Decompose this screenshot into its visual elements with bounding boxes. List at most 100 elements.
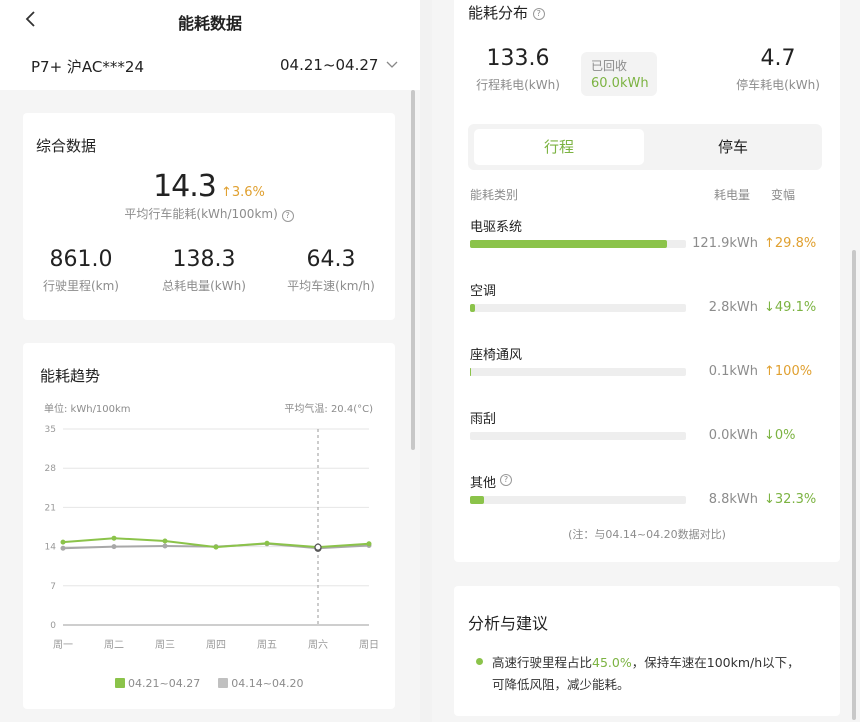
help-icon[interactable]: ? [281,210,294,222]
date-range-text: 04.21~04.27 [280,56,379,74]
energy-bar-track [470,496,686,504]
advice-prefix: 高速行驶里程占比 [492,655,593,670]
up-arrow-icon: ↑ [764,364,775,379]
change-value: ↓32.3% [764,492,816,507]
legend-swatch-current [114,678,125,688]
trend-card: 能耗趋势 单位: kWh/100km 平均气温: 20.4(°C) 0 7 14 21… [23,343,395,709]
energy-value: 8.8kWh [708,492,758,507]
down-arrow-icon: ↓ [764,428,775,443]
tab-trip[interactable]: 行程 [474,129,644,165]
data-point [162,538,168,544]
energy-bar-fill [470,304,476,312]
data-point [213,544,219,550]
x-tick-label: 周一 [53,639,73,651]
energy-bar-fill [470,496,485,504]
recovered-chip: 已回收 60.0kWh [581,52,657,96]
energy-value: 2.8kWh [708,300,758,315]
y-tick-label: 28 [45,464,57,474]
chevron-down-icon [386,61,398,68]
down-arrow-icon: ↓ [764,300,775,315]
help-icon[interactable]: ? [532,8,545,20]
energy-bar-track [470,368,686,376]
left-screen: 能耗数据 P7+ 沪AC***24 04.21~04.27 综合数据 14.3 … [0,0,420,722]
data-point [111,544,117,550]
col-change: 变幅 [771,188,796,202]
stat-label: 行驶里程(km) [42,279,119,293]
distribution-row: 电驱系统 121.9kWh ↑29.8% [454,214,840,264]
recovered-label: 已回收 [591,59,628,73]
legend-current: 04.21~04.27 [128,677,201,690]
date-range-selector[interactable]: 04.21~04.27 [280,56,398,74]
change-value: ↓0% [764,428,796,443]
y-tick-label: 0 [50,621,56,631]
trip-label: 行程耗电(kWh) [476,78,560,92]
change-text: 32.3% [774,492,817,507]
avg-consumption: 14.3 ↑3.6% [23,169,395,204]
parking-label: 停车耗电(kWh) [736,78,820,92]
stat-avg-speed: 64.3 平均车速(km/h) [279,247,383,294]
help-icon[interactable]: ? [500,474,512,486]
change-value: ↑100% [764,364,812,379]
advice-text: 高速行驶里程占比45.0%，保持车速在100km/h以下， 可降低风阻，减少能耗… [492,652,800,696]
up-arrow-icon: ↑ [220,185,232,200]
avg-label-row: 平均行车能耗(kWh/100km) ? [23,205,395,222]
data-point [111,535,117,541]
category-name: 座椅通风 [470,348,523,363]
data-point [60,545,66,551]
bullet-dot [476,658,483,665]
chart-legend: 04.21~04.27 04.14~04.20 [23,677,395,690]
tab-parking[interactable]: 停车 [650,129,816,165]
vehicle-label[interactable]: P7+ 沪AC***24 [31,56,144,77]
change-value: ↓49.1% [764,300,816,315]
energy-value: 121.9kWh [692,236,758,251]
scrollbar[interactable] [411,90,415,450]
trend-chart[interactable]: 0 7 14 21 28 35 周一 周二 周三 周四 周五 周六 周日 [23,419,395,659]
distribution-row: 座椅通风 0.1kWh ↑100% [454,342,840,392]
avg-value: 14.3 [153,169,217,204]
stat-mileage: 861.0 行驶里程(km) [31,247,131,294]
trend-unit: 单位: kWh/100km [44,404,131,415]
change-text: 100% [774,364,813,379]
stat-total-energy: 138.3 总耗电量(kWh) [145,247,263,294]
tab-bar: 行程 停车 [468,124,822,170]
parking-consumption: 4.7 停车耗电(kWh) [728,46,828,93]
avg-change: 3.6% [231,185,265,200]
summary-title: 综合数据 [36,137,97,155]
category-name: 雨刮 [470,412,497,427]
stat-label: 总耗电量(kWh) [162,279,246,293]
y-tick-label: 14 [45,543,57,553]
avg-label: 平均行车能耗(kWh/100km) [124,207,278,221]
data-point [366,541,372,547]
data-point [264,540,270,546]
energy-bar-track [470,432,686,440]
change-text: 0% [774,428,796,443]
energy-bar-fill [470,368,472,376]
change-text: 29.8% [774,236,817,251]
compare-note: (注：与04.14~04.20数据对比) [568,528,726,541]
category-name: 电驱系统 [470,220,523,235]
nav-bar: 能耗数据 P7+ 沪AC***24 04.21~04.27 [0,0,420,90]
y-tick-label: 21 [45,503,56,513]
energy-bar-fill [470,240,667,248]
recovered-value: 60.0kWh [591,76,649,91]
y-tick-label: 35 [45,425,56,435]
x-tick-label: 周六 [308,639,328,651]
legend-previous: 04.14~04.20 [231,677,304,690]
data-point [60,539,66,545]
parking-value: 4.7 [760,46,796,71]
stat-value: 64.3 [306,247,356,272]
trip-consumption: 133.6 行程耗电(kWh) [468,46,568,93]
energy-bar-track [470,240,686,248]
data-point [314,543,322,551]
x-tick-label: 周三 [155,639,175,651]
down-arrow-icon: ↓ [764,492,775,507]
scrollbar[interactable] [852,250,856,720]
energy-bar-track [470,304,686,312]
trend-title: 能耗趋势 [40,367,101,385]
category-name: 其他 [470,476,497,491]
energy-value: 0.1kWh [708,364,758,379]
distribution-row: 其他? 8.8kWh ↓32.3% [454,470,840,520]
change-value: ↑29.8% [764,236,816,251]
distribution-title: 能耗分布 [468,4,529,22]
trip-value: 133.6 [486,46,550,71]
